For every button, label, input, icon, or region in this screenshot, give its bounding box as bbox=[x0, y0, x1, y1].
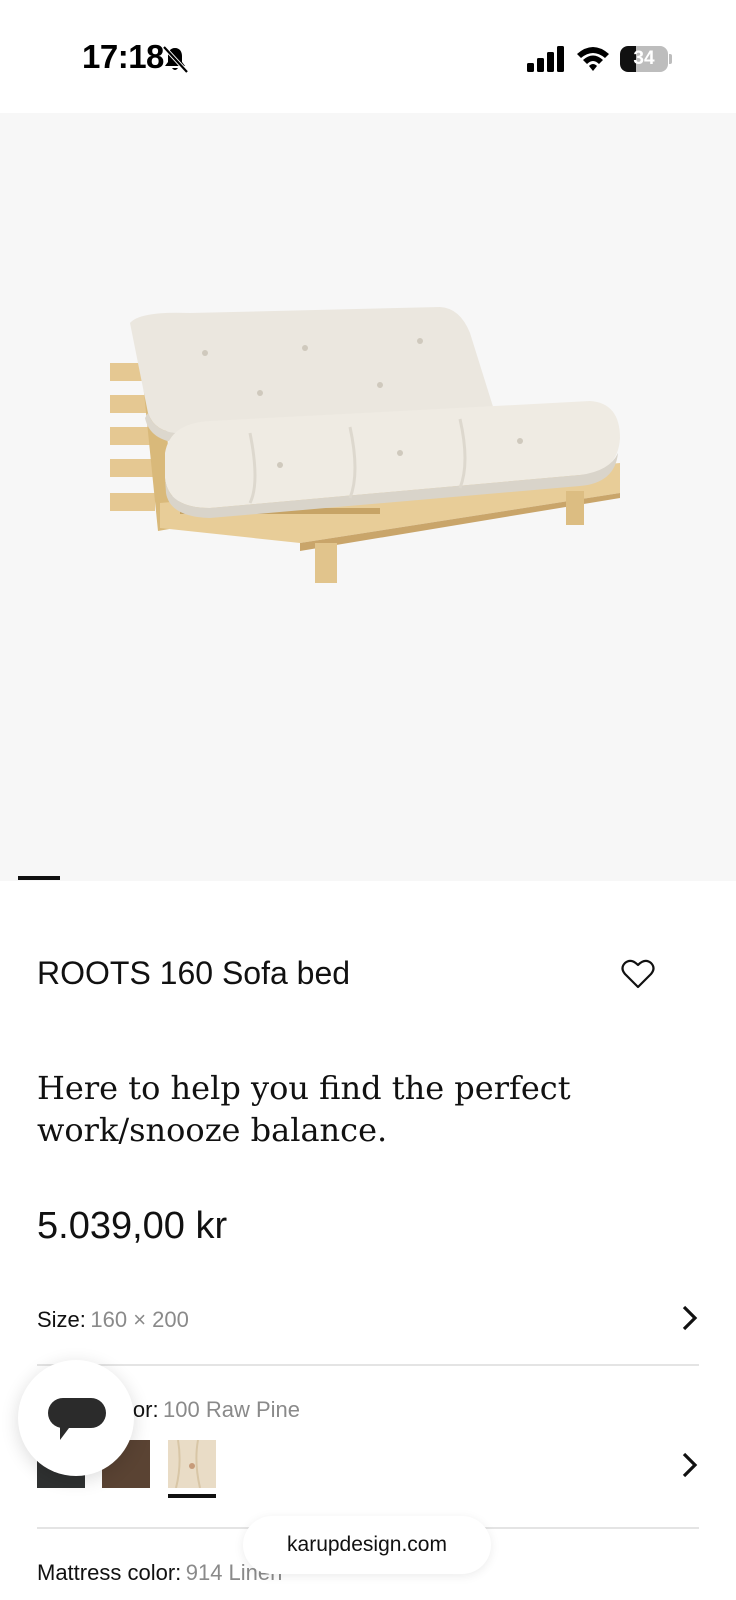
mattress-color-label: Mattress color: bbox=[37, 1560, 182, 1585]
size-option-row[interactable]: Size: 160 × 200 bbox=[37, 1307, 699, 1333]
status-time: 17:18 bbox=[82, 38, 164, 75]
frame-color-option-row[interactable]: lor: 100 Raw Pine bbox=[128, 1397, 428, 1423]
battery-indicator: 34 bbox=[620, 46, 672, 72]
chevron-right-icon[interactable] bbox=[679, 1304, 701, 1332]
frame-color-value: 100 Raw Pine bbox=[163, 1397, 300, 1422]
gallery-page-indicator bbox=[18, 876, 60, 880]
selected-swatch-indicator bbox=[168, 1494, 216, 1498]
chevron-right-icon[interactable] bbox=[679, 1451, 701, 1479]
product-title: ROOTS 160 Sofa bed bbox=[37, 955, 351, 991]
battery-level: 34 bbox=[633, 48, 655, 69]
signal-icon bbox=[527, 46, 564, 72]
status-bar: 17:18 34 bbox=[0, 0, 736, 113]
size-label: Size: bbox=[37, 1307, 86, 1332]
wifi-icon bbox=[577, 47, 609, 71]
divider bbox=[37, 1364, 699, 1366]
heart-icon[interactable] bbox=[621, 958, 655, 990]
product-image-gallery[interactable] bbox=[0, 113, 736, 881]
chat-bubble-icon bbox=[48, 1398, 106, 1440]
chat-button[interactable] bbox=[18, 1360, 134, 1476]
wood-grain-pattern bbox=[175, 1439, 201, 1489]
swatch-raw-pine[interactable] bbox=[168, 1439, 216, 1489]
bell-slash-icon bbox=[162, 45, 189, 74]
size-value: 160 × 200 bbox=[90, 1307, 189, 1332]
product-image bbox=[110, 307, 620, 583]
product-tagline: Here to help you find the perfect work/s… bbox=[37, 1069, 571, 1149]
product-price: 5.039,00 kr bbox=[37, 1205, 228, 1247]
browser-url-pill[interactable]: karupdesign.com bbox=[243, 1516, 491, 1574]
